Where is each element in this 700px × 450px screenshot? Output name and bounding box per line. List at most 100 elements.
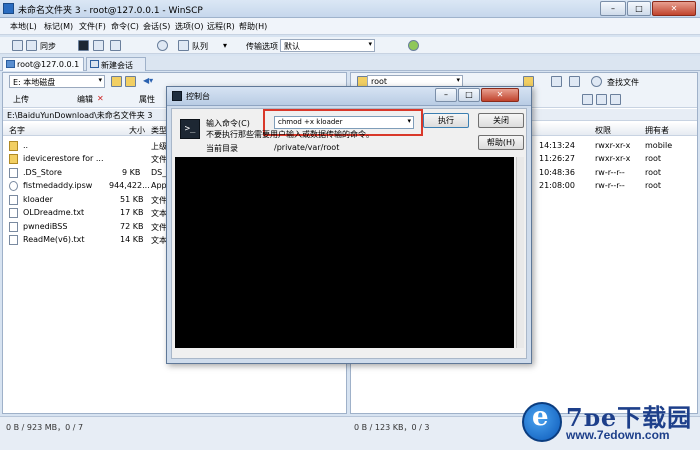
winscp-icon [3,3,14,14]
console-dialog-title: 控制台 [186,92,210,101]
text-file-icon [9,235,18,245]
transfer-options-value: 默认 [284,42,300,51]
file-perms: rwxr-xr-x [595,141,631,150]
queue-icon[interactable] [178,40,189,51]
transfer-options-label: 传输选项 [246,42,278,51]
explorer-icon[interactable] [110,40,121,51]
tab-new-session-label: 新建会话 [101,61,133,70]
putty-icon[interactable] [93,40,104,51]
command-input[interactable]: chmod +x kloader ▾ [274,116,414,129]
file-type: 文本 [151,236,167,245]
local-status: 0 B / 923 MB，0 / 7 [6,423,84,432]
search-icon[interactable] [591,76,602,87]
maximize-button[interactable]: □ [458,88,480,102]
tab-new-session[interactable]: 新建会话 [86,57,146,71]
file-name: .. [23,141,29,150]
globe-icon[interactable] [408,40,419,51]
refresh-icon[interactable] [569,76,580,87]
col-perms[interactable]: 权限 [595,125,611,136]
file-owner: mobile [645,141,673,150]
local-drive-select[interactable]: E: 本地磁盘 ▾ [9,75,105,88]
maximize-button[interactable]: □ [627,1,651,16]
tab-session[interactable]: root@127.0.0.1 [2,57,84,71]
folder-icon[interactable] [111,76,122,87]
col-size[interactable]: 大小 [129,125,145,136]
close-button[interactable]: ✕ [481,88,519,102]
chevron-down-icon: ▾ [456,76,460,84]
console-icon[interactable] [78,40,89,51]
terminal-icon: >_ [180,119,200,139]
help-button[interactable]: 帮助(H) [478,135,524,150]
filter-icon[interactable] [610,94,621,105]
command-input-value: chmod +x kloader [278,118,343,126]
file-size: 9 KB [122,168,141,177]
find-files-button[interactable]: 查找文件 [607,77,639,88]
chevron-down-icon[interactable]: ▾ [407,117,411,125]
cwd-label: 当前目录 [206,144,238,153]
local-drive-value: E: 本地磁盘 [13,78,56,87]
itunes-icon [9,181,18,191]
command-label: 输入命令(C) [206,119,250,128]
file-type: 文件 [151,223,167,232]
file-owner: root [645,154,662,163]
file-type: 文件 [151,155,167,164]
transfer-options-select[interactable]: 默认 ▾ [280,39,375,52]
watermark-url: www.7edown.com [566,428,670,442]
console-dialog: 控制台 – □ ✕ >_ 输入命令(C) chmod +x kloader ▾ … [166,86,532,364]
remove-icon[interactable] [596,94,607,105]
file-size: 14 KB [120,235,144,244]
menu-file[interactable]: 文件(F) [79,21,106,32]
file-name: ReadMe(v6).txt [23,235,85,244]
file-type: App [151,181,167,190]
title-bar: 未命名文件夹 3 - root@127.0.0.1 - WinSCP – □ ✕ [0,0,700,18]
minimize-button[interactable]: – [600,1,626,16]
command-warning: 不要执行那些需要用户输入或数据传输的命令。 [206,130,374,139]
file-type: DS_ [151,168,167,177]
sync-icon[interactable] [26,40,37,51]
grid-icon[interactable] [12,40,23,51]
menu-local[interactable]: 本地(L) [10,21,37,32]
file-name: kloader [23,195,53,204]
close-button[interactable]: ✕ [652,1,696,16]
col-name[interactable]: 名字 [9,125,25,136]
col-owner[interactable]: 拥有者 [645,125,669,136]
home-icon[interactable] [551,76,562,87]
file-owner: root [645,168,662,177]
console-dialog-titlebar[interactable]: 控制台 – □ ✕ [167,87,531,106]
queue-label[interactable]: 队列 [192,41,208,52]
col-type[interactable]: 类型 [151,125,167,136]
add-icon[interactable] [582,94,593,105]
properties-button[interactable]: 属性 [139,94,155,105]
menu-options[interactable]: 选项(O) [175,21,204,32]
menu-mark[interactable]: 标记(M) [44,21,73,32]
sync-label[interactable]: 同步 [40,41,56,52]
chevron-down-icon: ▾ [368,40,372,48]
delete-icon[interactable]: ✕ [97,94,104,103]
back-icon[interactable]: ◀▾ [143,76,153,85]
file-perms: rw-r--r-- [595,168,625,177]
close-dialog-button[interactable]: 关闭 [478,113,524,128]
filter-icon[interactable] [125,76,136,87]
file-type: 上级 [151,142,167,151]
file-name: idevicerestore for ... [23,154,104,163]
file-type: 文本 [151,209,167,218]
menu-remote[interactable]: 远程(R) [207,21,235,32]
new-session-icon [90,60,99,68]
file-icon [9,195,18,205]
chevron-down-icon[interactable]: ▾ [223,41,227,50]
remote-dir-value: root [371,77,388,86]
file-time: 10:48:36 [539,168,575,177]
menu-bar: 本地(L) 标记(M) 文件(F) 命令(C) 会话(S) 选项(O) 远程(R… [0,18,700,35]
tab-session-label: root@127.0.0.1 [17,60,80,69]
menu-help[interactable]: 帮助(H) [239,21,267,32]
console-scrollbar[interactable] [516,157,524,348]
minimize-button[interactable]: – [435,88,457,102]
console-output[interactable] [175,157,514,348]
menu-session[interactable]: 会话(S) [143,21,170,32]
edit-button[interactable]: 编辑 [77,94,93,105]
menu-command[interactable]: 命令(C) [111,21,139,32]
execute-button[interactable]: 执行 [423,113,469,128]
gear-icon[interactable] [157,40,168,51]
file-type: 文件 [151,196,167,205]
upload-button[interactable]: 上传 [13,94,29,105]
